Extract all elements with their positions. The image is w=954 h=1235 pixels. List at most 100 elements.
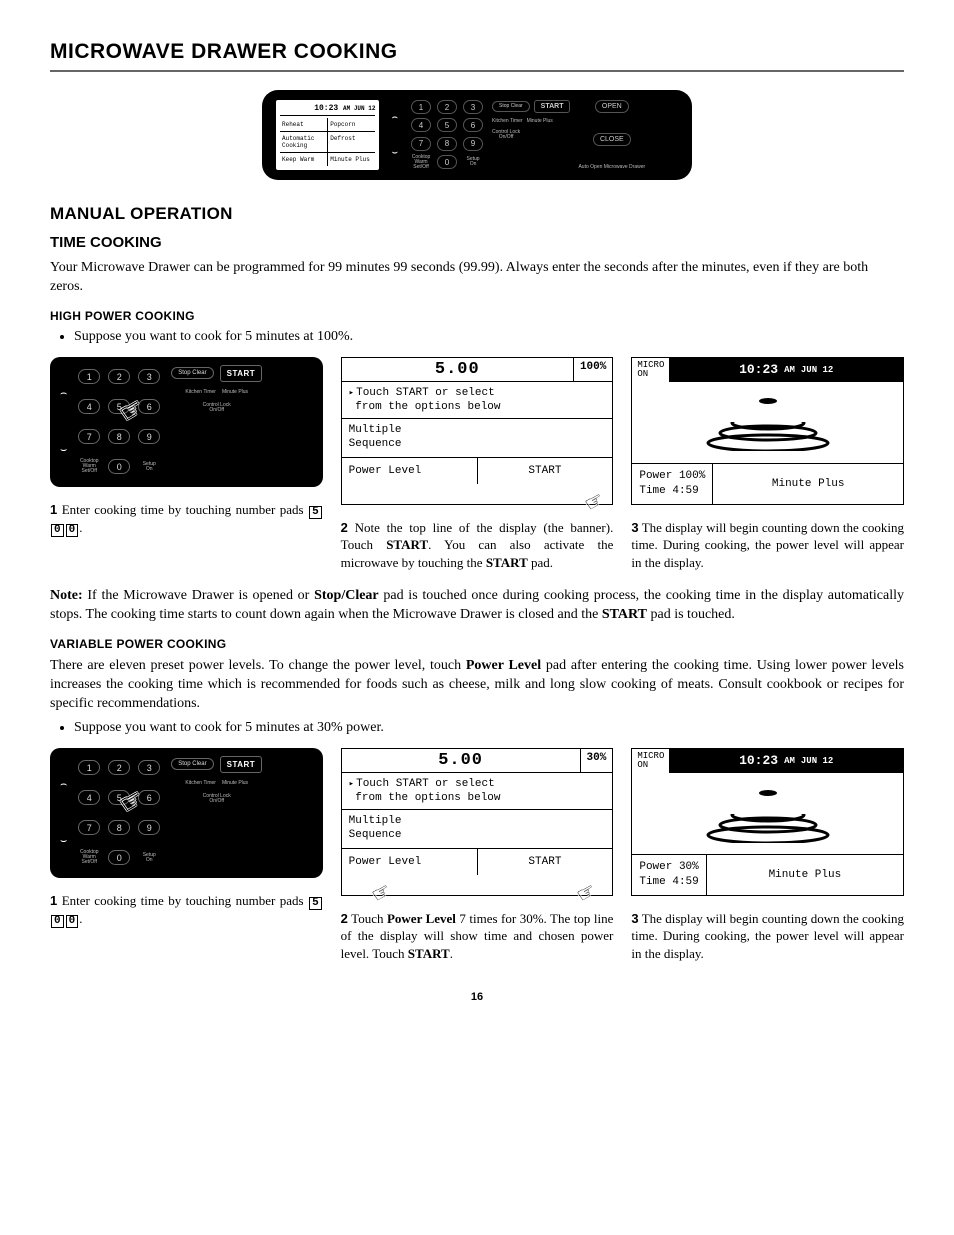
key-3: 3 — [138, 369, 160, 384]
hp-step3: 3 The display will begin counting down t… — [631, 519, 904, 572]
vp-step2: 2 Touch Power Level 7 times for 30%. The… — [341, 910, 614, 963]
cp-far-right: OPEN CLOSE Auto Open Microwave Drawer — [578, 100, 645, 170]
lcd-opt: Multiple — [349, 815, 402, 827]
lcd-power-level: Power Level — [342, 849, 478, 875]
kitchen-timer: Kitchen Timer — [185, 390, 216, 395]
key-6: 6 — [463, 118, 483, 132]
sub: Set/Off — [82, 468, 97, 474]
key-7: 7 — [78, 429, 100, 444]
up-arrow-icon: ⌢ — [60, 387, 67, 400]
cp-opt: Keep Warm — [280, 153, 328, 166]
lcd-msg1: Touch START or select — [356, 778, 495, 790]
sub: On — [146, 466, 153, 472]
stop-clear-btn: Stop Clear — [171, 367, 213, 379]
lcd-msg1: Touch START or select — [356, 387, 495, 399]
time-cooking-heading: TIME COOKING — [50, 234, 904, 251]
key-9: 9 — [463, 137, 483, 151]
lcd-opt: Sequence — [349, 438, 402, 450]
key-9: 9 — [138, 429, 160, 444]
sub: Set/Off — [82, 859, 97, 865]
lcd-pct: 30% — [580, 749, 613, 772]
lcd-figure-2: 5.0030% Touch START or select from the o… — [341, 748, 614, 896]
date: JUN 12 — [801, 365, 833, 375]
down-arrow-icon: ⌣ — [60, 835, 67, 848]
key-8: 8 — [437, 137, 457, 151]
close-btn: CLOSE — [593, 133, 631, 146]
lcd-msg2: from the options below — [355, 401, 500, 413]
minute-plus: Minute Plus — [222, 390, 248, 395]
minute-plus-label: Minute Plus — [713, 464, 903, 504]
lcd-opt: Sequence — [349, 829, 402, 841]
hp-bullet: Suppose you want to cook for 5 minutes a… — [74, 329, 904, 345]
key-0: 0 — [108, 850, 130, 865]
lcd-time: 5.00 — [342, 358, 573, 381]
lcd-start: START — [478, 849, 613, 875]
clock: 10:23 — [739, 362, 778, 377]
open-btn: OPEN — [595, 100, 629, 113]
start-btn: START — [534, 100, 571, 113]
cp-opt: Reheat — [280, 118, 328, 131]
key-7: 7 — [411, 137, 431, 151]
sub-setup: SetupOn — [466, 157, 479, 167]
on-label: ON — [637, 760, 648, 770]
hand-pointer-icon: ☞ — [580, 485, 609, 520]
key-4: 4 — [78, 790, 100, 805]
control-panel-figure: 10:23 AM JUN 12 ReheatPopcorn Automatic … — [262, 90, 692, 180]
onoff: On/Off — [209, 407, 224, 413]
am: AM — [784, 756, 795, 766]
cp-opt: Automatic Cooking — [280, 132, 328, 152]
key-7: 7 — [78, 820, 100, 835]
lcd-time: 5.00 — [342, 749, 580, 772]
cp-opt: Minute Plus — [328, 153, 375, 166]
wave-icon — [698, 393, 838, 451]
start-btn: START — [220, 365, 263, 382]
keypad-figure-1: ⌢⌣ 1 2 3 4 5 6 7 8 9 Cooktop WarmSet/Off… — [50, 357, 323, 487]
key-3: 3 — [138, 760, 160, 775]
time-cooking-intro: Your Microwave Drawer can be programmed … — [50, 259, 904, 297]
lcd-power-level: Power Level — [342, 458, 478, 484]
key-6: 6 — [138, 790, 160, 805]
key-0: 0 — [437, 155, 457, 169]
page-title: MICROWAVE DRAWER COOKING — [50, 40, 904, 72]
key-5: 5 — [108, 790, 130, 805]
kitchen-timer-label: Kitchen Timer — [492, 119, 523, 124]
var-figure-row: ⌢⌣ 1 2 3 4 5 6 7 8 9 Cooktop WarmSet/Off… — [50, 748, 904, 963]
wave-icon — [698, 785, 838, 843]
sub: On — [146, 857, 153, 863]
hp-step1: 1 Enter cooking time by touching number … — [50, 501, 323, 537]
cp-keypad: 1 2 3 4 5 6 7 8 9 Cooktop WarmSet/Off 0 … — [410, 100, 484, 170]
control-lock-label: Control LockOn/Off — [492, 130, 520, 140]
var-bullet: Suppose you want to cook for 5 minutes a… — [74, 720, 904, 736]
lcd-msg2: from the options below — [355, 792, 500, 804]
key-2: 2 — [108, 760, 130, 775]
cooking-display-1: MICROON 10:23AMJUN 12 Power 100%Time 4:5… — [631, 357, 904, 505]
key-0: 0 — [108, 459, 130, 474]
hand-pointer-icon: ☞ — [572, 876, 601, 911]
key-2: 2 — [437, 100, 457, 114]
lcd-figure-1: 5.00100% Touch START or select from the … — [341, 357, 614, 505]
key-3: 3 — [463, 100, 483, 114]
hp-step2: 2 Note the top line of the display (the … — [341, 519, 614, 572]
key-1: 1 — [411, 100, 431, 114]
key-5: 5 — [437, 118, 457, 132]
high-power-heading: HIGH POWER COOKING — [50, 309, 904, 323]
key-1: 1 — [78, 760, 100, 775]
key-8: 8 — [108, 429, 130, 444]
onoff: On/Off — [209, 798, 224, 804]
kitchen-timer: Kitchen Timer — [185, 781, 216, 786]
minute-plus: Minute Plus — [222, 781, 248, 786]
minute-plus-label: Minute Plus — [707, 855, 903, 895]
date: JUN 12 — [801, 756, 833, 766]
key-4: 4 — [78, 399, 100, 414]
stop-clear-btn: Stop Clear — [492, 101, 530, 113]
clock: 10:23 — [739, 753, 778, 768]
cooking-display-2: MICROON 10:23AMJUN 12 Power 30%Time 4:59… — [631, 748, 904, 896]
time-label: Time 4:59 — [639, 485, 698, 497]
cp-clock: 10:23 — [314, 104, 338, 113]
lcd-opt: Multiple — [349, 424, 402, 436]
power-label: Power 100% — [639, 470, 705, 482]
auto-open-label: Auto Open Microwave Drawer — [578, 165, 645, 170]
key-5: 5 — [108, 399, 130, 414]
lcd-pct: 100% — [573, 358, 612, 381]
hp-figure-row: ⌢⌣ 1 2 3 4 5 6 7 8 9 Cooktop WarmSet/Off… — [50, 357, 904, 572]
